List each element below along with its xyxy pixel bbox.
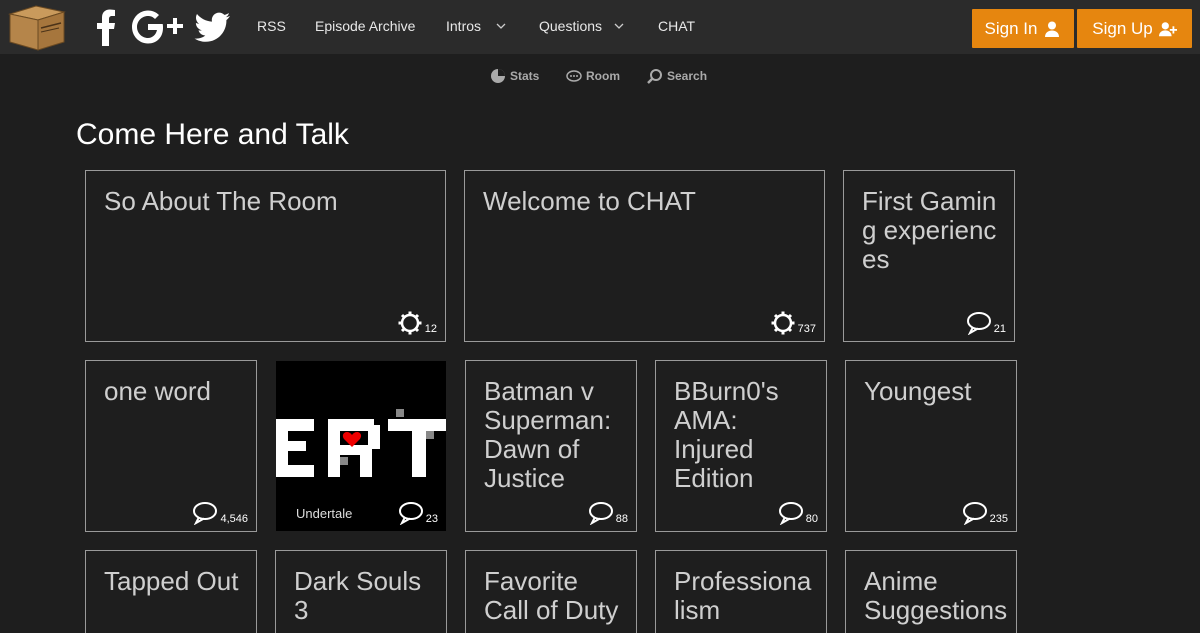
pie-chart-icon <box>491 69 505 83</box>
subnav-room[interactable]: Room <box>566 67 620 85</box>
nav-link-chat[interactable]: CHAT <box>658 18 695 34</box>
chevron-down-icon[interactable] <box>496 22 506 30</box>
topic-tile[interactable]: Youngest 235 <box>845 360 1017 532</box>
topic-count-value: 88 <box>615 513 628 525</box>
topic-title: Favorite Call of Duty <box>484 566 619 625</box>
sign-in-button[interactable]: Sign In <box>972 9 1074 48</box>
topic-count-value: 80 <box>805 513 818 525</box>
topic-title: Welcome to CHAT <box>483 186 696 216</box>
chevron-down-icon[interactable] <box>614 22 624 30</box>
topic-title: Dark Souls 3 <box>294 566 422 625</box>
speech-bubble-icon <box>966 312 991 335</box>
topic-tile[interactable]: Professionalism <box>655 550 827 633</box>
nav-link-intros[interactable]: Intros <box>446 18 481 34</box>
topic-title: Tapped Out <box>104 566 239 596</box>
top-navigation-bar: RSS Episode Archive Intros Questions CHA… <box>0 0 1200 54</box>
topic-count: 88 <box>588 501 628 525</box>
chat-bubbles-icon <box>566 70 582 82</box>
nav-link-episode-archive[interactable]: Episode Archive <box>315 18 415 34</box>
topic-tile[interactable]: So About The Room 12 <box>85 170 446 342</box>
speech-bubble-icon <box>778 502 803 525</box>
topic-tile[interactable]: one word 4,546 <box>85 360 257 532</box>
topic-tile[interactable]: Dark Souls 3 <box>275 550 447 633</box>
nav-link-questions[interactable]: Questions <box>539 18 602 34</box>
topic-title: Youngest <box>864 376 972 406</box>
sign-up-label: Sign Up <box>1092 18 1153 38</box>
speech-bubble-icon <box>962 502 987 525</box>
facebook-icon[interactable] <box>94 8 118 46</box>
subnav-stats-label: Stats <box>510 69 540 83</box>
topic-count-value: 23 <box>425 513 438 525</box>
page-title: Come Here and Talk <box>76 118 349 151</box>
topic-title: Anime Suggestions <box>864 566 1008 625</box>
topic-count: 4,546 <box>192 501 248 525</box>
topic-count: 21 <box>966 311 1006 335</box>
topic-count-value: 4,546 <box>220 513 248 525</box>
subnav-room-label: Room <box>586 69 620 83</box>
subnav-stats[interactable]: Stats <box>490 67 539 85</box>
topic-tile[interactable]: BBurn0's AMA: Injured Edition 80 <box>655 360 827 532</box>
sign-in-label: Sign In <box>984 18 1038 38</box>
topic-tile[interactable]: Welcome to CHAT 737 <box>464 170 825 342</box>
speech-bubble-icon <box>193 502 218 525</box>
topic-tile-image[interactable]: Undertale 23 <box>276 361 446 531</box>
sign-up-button[interactable]: Sign Up <box>1077 9 1192 48</box>
topic-count: 12 <box>397 311 437 335</box>
speech-bubble-icon <box>398 502 423 525</box>
topic-title: Undertale <box>296 506 353 521</box>
user-icon <box>1045 21 1060 37</box>
speech-bubble-icon <box>588 502 613 525</box>
topic-count: 23 <box>398 501 438 525</box>
topic-title: one word <box>104 376 211 406</box>
gear-icon <box>771 311 795 335</box>
gear-icon <box>398 311 422 335</box>
topic-count-value: 12 <box>424 323 437 335</box>
topic-count: 235 <box>962 501 1008 525</box>
topic-count-value: 737 <box>797 323 816 335</box>
topic-tile[interactable]: Anime Suggestions <box>845 550 1017 633</box>
nav-link-rss[interactable]: RSS <box>257 18 286 34</box>
site-logo-box[interactable] <box>6 2 68 52</box>
search-icon <box>647 69 662 84</box>
topic-count-value: 235 <box>989 513 1008 525</box>
twitter-icon[interactable] <box>194 8 232 46</box>
subnav-search-label: Search <box>667 69 708 83</box>
topic-count: 737 <box>770 311 816 335</box>
topic-title: BBurn0's AMA: Injured Edition <box>674 376 779 493</box>
topic-tile[interactable]: Tapped Out <box>85 550 257 633</box>
topic-title: First Gaming experiences <box>862 186 997 274</box>
subnav-search[interactable]: Search <box>647 67 707 85</box>
google-plus-icon[interactable] <box>131 8 187 46</box>
topic-title: So About The Room <box>104 186 338 216</box>
topic-title: Professionalism <box>674 566 812 625</box>
topic-count-value: 21 <box>993 323 1006 335</box>
topic-title: Batman v Superman: Dawn of Justice <box>484 376 612 493</box>
topic-tile[interactable]: First Gaming experiences 21 <box>843 170 1015 342</box>
topic-tile[interactable]: Batman v Superman: Dawn of Justice 88 <box>465 360 637 532</box>
user-plus-icon <box>1158 21 1177 36</box>
topic-count: 80 <box>778 501 818 525</box>
topic-tile[interactable]: Favorite Call of Duty <box>465 550 637 633</box>
